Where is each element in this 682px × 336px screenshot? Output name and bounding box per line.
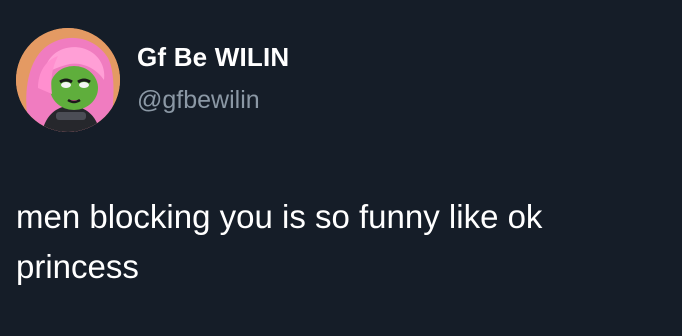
tweet-text: men blocking you is so funny like ok pri…	[16, 198, 543, 285]
tweet-card: Gf Be WILIN @gfbewilin men blocking you …	[0, 0, 682, 336]
author-display-name[interactable]: Gf Be WILIN	[137, 42, 289, 73]
avatar[interactable]	[16, 28, 120, 132]
author-handle[interactable]: @gfbewilin	[137, 86, 260, 115]
avatar-illustration-icon	[16, 28, 120, 132]
